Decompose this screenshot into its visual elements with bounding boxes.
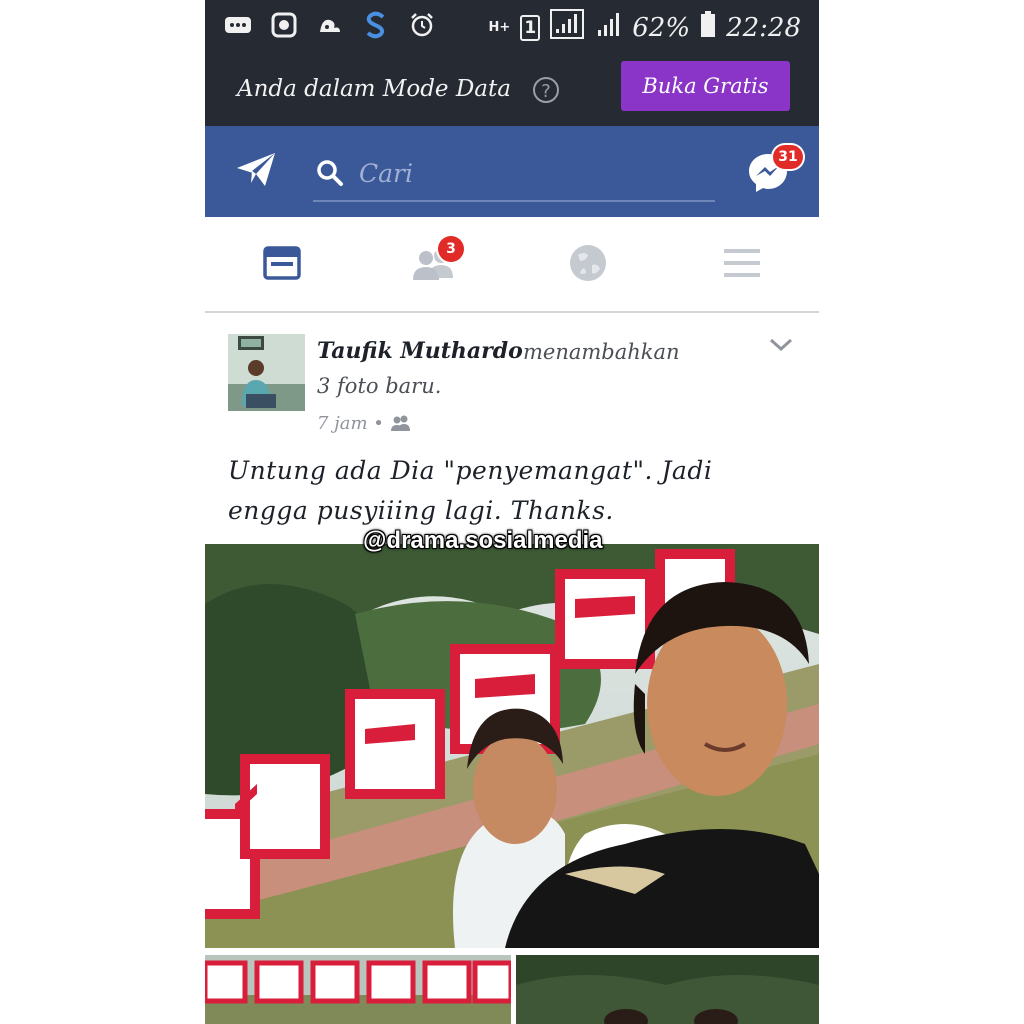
tab-news-feed[interactable]	[258, 239, 306, 287]
globe-icon	[570, 245, 606, 281]
tab-notifications[interactable]	[564, 239, 612, 287]
avatar[interactable]	[228, 334, 305, 411]
menu-icon	[724, 249, 760, 277]
messenger-badge: 31	[773, 145, 803, 169]
data-mode-text: Anda dalam Mode Data	[237, 76, 511, 102]
post-caption: Untung ada Dia "penyemangat". Jadi engga…	[228, 456, 713, 525]
help-icon[interactable]: ?	[533, 77, 559, 103]
signal-icon-2	[594, 10, 622, 45]
network-type-label: H+	[488, 19, 511, 35]
news-feed-icon	[263, 246, 301, 280]
signal-icon	[550, 9, 585, 46]
search-bar[interactable]	[313, 148, 715, 202]
tab-menu[interactable]	[718, 239, 766, 287]
post-time: 7 jam •	[317, 413, 412, 434]
watermark: @drama.sosialmedia	[363, 527, 603, 554]
s-app-icon	[361, 10, 391, 40]
friends-audience-icon	[390, 415, 410, 431]
search-icon	[315, 158, 345, 188]
post-photo-thumb-2[interactable]	[516, 955, 819, 1024]
app-header: 31	[205, 126, 819, 217]
chevron-down-icon[interactable]	[768, 335, 794, 355]
clock: 22:28	[726, 12, 801, 43]
camera-icon	[269, 10, 299, 40]
uc-browser-icon	[315, 10, 345, 40]
battery-percent: 62%	[632, 12, 691, 43]
post-action: menambahkan	[523, 340, 680, 364]
feed-post: Taufik Muthardo menambahkan 3 foto baru.…	[205, 313, 819, 1024]
status-bar: H+ 1 62% 22:28	[205, 0, 819, 50]
phone-screen: H+ 1 62% 22:28 Anda dalam Mode Data ? Bu…	[205, 0, 819, 1024]
nav-tabs: 3	[205, 217, 819, 313]
sim-indicator: 1	[520, 14, 541, 41]
data-mode-banner: Anda dalam Mode Data ? Buka Gratis	[205, 50, 819, 126]
notification-icons	[223, 10, 437, 40]
post-author[interactable]: Taufik Muthardo	[317, 338, 523, 364]
friend-requests-badge: 3	[438, 236, 464, 262]
free-mode-button[interactable]: Buka Gratis	[621, 61, 790, 111]
battery-icon	[700, 10, 716, 45]
send-icon[interactable]	[235, 150, 279, 190]
post-photo-thumb-1[interactable]	[205, 955, 511, 1024]
alarm-icon	[407, 10, 437, 40]
post-photo-main[interactable]	[205, 544, 819, 948]
post-timestamp[interactable]: 7 jam •	[317, 413, 384, 434]
chat-bubble-icon	[223, 10, 253, 40]
post-action-detail[interactable]: 3 foto baru.	[317, 374, 441, 398]
status-indicators: H+ 1 62% 22:28	[488, 9, 801, 46]
search-input[interactable]	[357, 152, 701, 194]
